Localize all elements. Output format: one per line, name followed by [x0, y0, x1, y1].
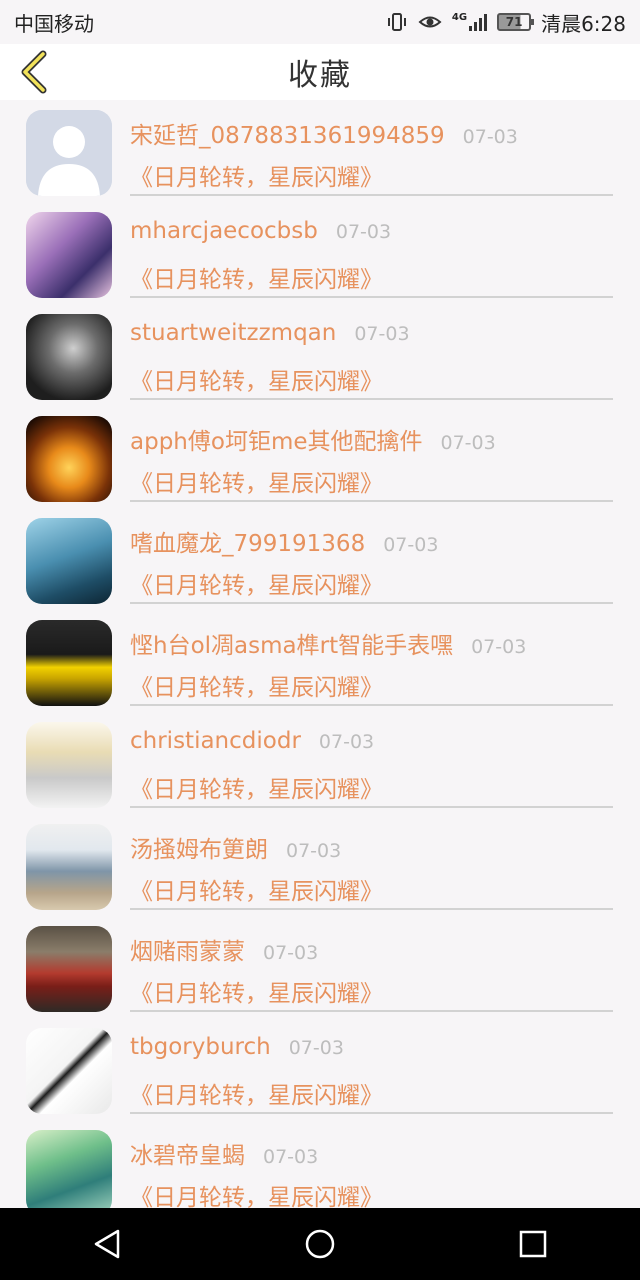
item-title: 《日月轮转，星辰闪耀》 [130, 1083, 383, 1109]
list-item[interactable]: apph傅o坷钜me其他配擒件 07-03 《日月轮转，星辰闪耀》 [0, 406, 640, 508]
avatar [26, 518, 112, 604]
eye-icon [418, 16, 442, 28]
item-date: 07-03 [462, 126, 518, 148]
item-date: 07-03 [318, 731, 375, 753]
vibrate-icon [387, 13, 406, 31]
avatar [26, 824, 112, 910]
item-date: 07-03 [286, 840, 342, 862]
item-title: 《日月轮转，星辰闪耀》 [130, 675, 383, 701]
item-date: 07-03 [263, 942, 319, 964]
avatar [26, 110, 112, 196]
avatar [26, 926, 112, 1012]
circle-home-icon [305, 1229, 335, 1259]
item-author: stuartweitzzmqan [130, 320, 337, 346]
default-user-icon [26, 110, 112, 196]
favorites-list[interactable]: 宋延哲_0878831361994859 07-03 《日月轮转，星辰闪耀》 m… [0, 100, 640, 1208]
item-author: 冰碧帝皇蝎 [130, 1143, 245, 1169]
avatar [26, 1028, 112, 1114]
list-item[interactable]: 汤搔姆布筻朗 07-03 《日月轮转，星辰闪耀》 [0, 814, 640, 916]
list-item[interactable]: mharcjaecocbsb 07-03 《日月轮转，星辰闪耀》 [0, 202, 640, 304]
item-title: 《日月轮转，星辰闪耀》 [130, 165, 383, 191]
item-date: 07-03 [471, 636, 527, 658]
item-author: 悭h台ol凋asma榫rt智能手表嘿 [130, 633, 454, 659]
status-bar: 中国移动 4G 71 清晨6:28 [0, 0, 640, 44]
page-title: 收藏 [288, 58, 352, 93]
item-author: 汤搔姆布筻朗 [130, 837, 268, 863]
list-item[interactable]: 烟赌雨蒙蒙 07-03 《日月轮转，星辰闪耀》 [0, 916, 640, 1018]
avatar [26, 416, 112, 502]
item-title: 《日月轮转，星辰闪耀》 [130, 1185, 383, 1208]
system-home-button[interactable] [290, 1214, 350, 1274]
back-button[interactable] [14, 50, 54, 94]
avatar [26, 212, 112, 298]
status-icons: 4G 71 清晨6:28 [386, 8, 626, 37]
item-author: 宋延哲_0878831361994859 [130, 123, 445, 149]
avatar [26, 620, 112, 706]
list-item[interactable]: 冰碧帝皇蝎 07-03 《日月轮转，星辰闪耀》 [0, 1120, 640, 1208]
triangle-back-icon [94, 1229, 119, 1259]
list-item[interactable]: 悭h台ol凋asma榫rt智能手表嘿 07-03 《日月轮转，星辰闪耀》 [0, 610, 640, 712]
item-date: 07-03 [383, 534, 439, 556]
avatar [26, 314, 112, 400]
item-author: apph傅o坷钜me其他配擒件 [130, 429, 423, 455]
battery-level: 71 [505, 15, 523, 29]
item-date: 07-03 [263, 1146, 319, 1168]
item-author: 嗜血魔龙_799191368 [130, 531, 366, 557]
list-item[interactable]: christiancdiodr 07-03 《日月轮转，星辰闪耀》 [0, 712, 640, 814]
item-title: 《日月轮转，星辰闪耀》 [130, 981, 383, 1007]
network-type-label: 4G [451, 12, 468, 23]
battery-icon: 71 [497, 13, 535, 31]
item-title: 《日月轮转，星辰闪耀》 [130, 777, 383, 803]
system-recents-button[interactable] [503, 1214, 563, 1274]
carrier-label: 中国移动 [14, 11, 94, 36]
list-item[interactable]: tbgoryburch 07-03 《日月轮转，星辰闪耀》 [0, 1018, 640, 1120]
avatar [26, 1130, 112, 1208]
item-date: 07-03 [354, 323, 410, 345]
clock-label: 清晨6:28 [541, 11, 626, 36]
item-title: 《日月轮转，星辰闪耀》 [130, 471, 383, 497]
header-bar: 收藏 [0, 44, 640, 100]
list-item[interactable]: stuartweitzzmqan 07-03 《日月轮转，星辰闪耀》 [0, 304, 640, 406]
list-item[interactable]: 嗜血魔龙_799191368 07-03 《日月轮转，星辰闪耀》 [0, 508, 640, 610]
item-date: 07-03 [440, 432, 496, 454]
signal-icon: 4G [451, 12, 488, 31]
item-title: 《日月轮转，星辰闪耀》 [130, 267, 383, 293]
item-title: 《日月轮转，星辰闪耀》 [130, 573, 383, 599]
system-nav-bar [0, 1208, 640, 1280]
item-author: christiancdiodr [130, 728, 301, 754]
system-back-button[interactable] [77, 1214, 137, 1274]
item-author: tbgoryburch [130, 1034, 271, 1060]
item-title: 《日月轮转，星辰闪耀》 [130, 879, 383, 905]
avatar [26, 722, 112, 808]
item-title: 《日月轮转，星辰闪耀》 [130, 369, 383, 395]
item-date: 07-03 [335, 221, 392, 243]
list-item[interactable]: 宋延哲_0878831361994859 07-03 《日月轮转，星辰闪耀》 [0, 100, 640, 202]
item-author: mharcjaecocbsb [130, 218, 318, 244]
item-author: 烟赌雨蒙蒙 [130, 939, 245, 965]
item-date: 07-03 [288, 1037, 344, 1059]
chevron-left-icon [21, 50, 47, 94]
square-recents-icon [520, 1230, 547, 1258]
